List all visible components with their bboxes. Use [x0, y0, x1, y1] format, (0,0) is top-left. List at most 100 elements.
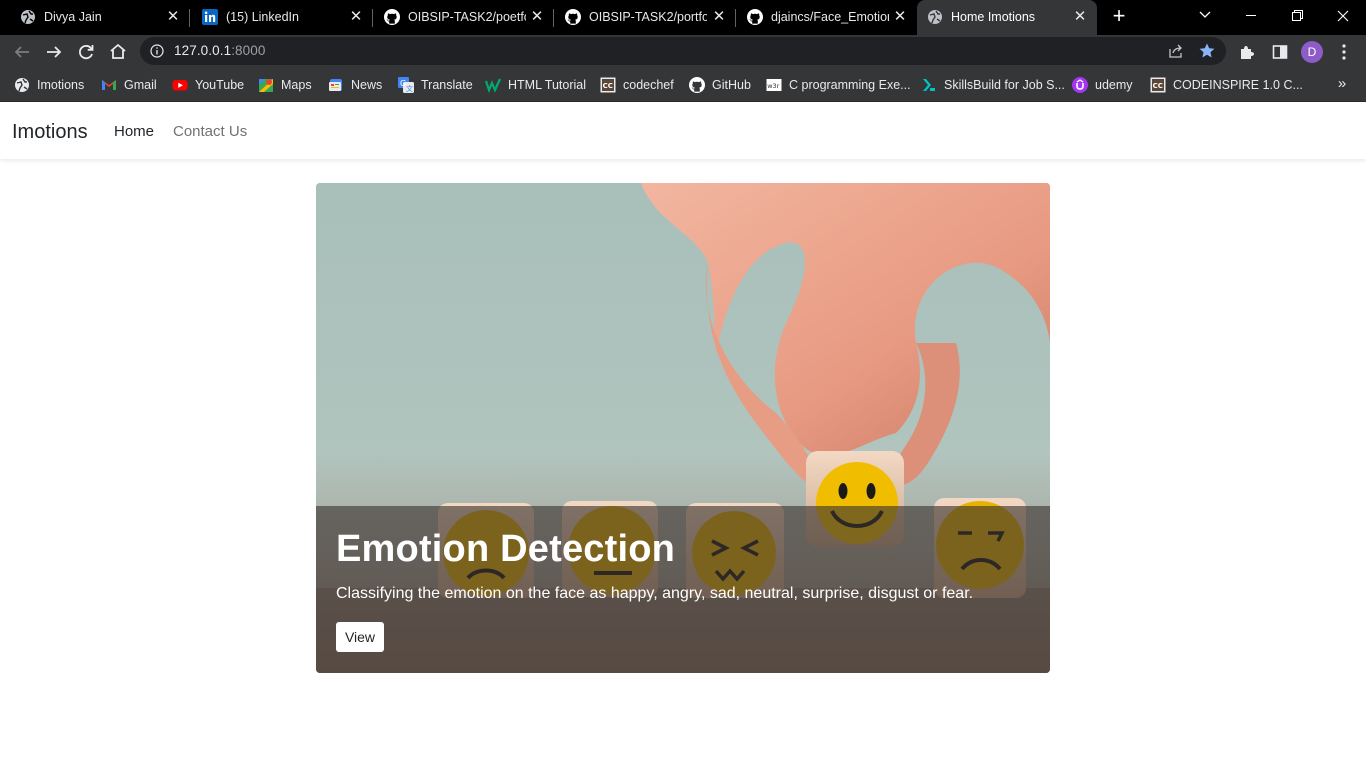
bookmarks-overflow-icon[interactable]: » [1334, 74, 1350, 94]
share-icon[interactable] [1168, 43, 1184, 59]
bookmark-label: CODEINSPIRE 1.0 C... [1173, 78, 1303, 92]
youtube-icon [172, 80, 188, 91]
bookmark-codeinspire[interactable]: CC CODEINSPIRE 1.0 C... [1150, 75, 1303, 95]
bookmark-youtube[interactable]: YouTube [172, 75, 244, 95]
bookmark-gmail[interactable]: Gmail [101, 75, 157, 95]
bookmark-imotions[interactable]: Imotions [14, 75, 84, 95]
bookmark-label: SkillsBuild for Job S... [944, 78, 1065, 92]
close-icon[interactable]: ✕ [164, 8, 182, 26]
profile-avatar[interactable]: D [1301, 41, 1323, 63]
restore-icon [1292, 10, 1303, 21]
close-icon[interactable]: ✕ [891, 8, 909, 26]
tab-label: djaincs/Face_Emotion_ [771, 10, 889, 24]
more-vert-icon[interactable] [1336, 43, 1352, 61]
site-brand[interactable]: Imotions [12, 121, 88, 144]
globe-icon [15, 78, 29, 92]
reload-icon[interactable] [73, 39, 99, 65]
bookmark-label: News [351, 78, 383, 92]
close-icon [1337, 10, 1349, 22]
github-icon [747, 9, 763, 25]
tab-label: Home Imotions [951, 10, 1036, 24]
url-port: :8000 [231, 43, 266, 58]
browser-tab-strip: Divya Jain ✕ (15) LinkedIn ✕ OIBSIP-TASK… [0, 0, 1366, 35]
tab-oibsip-portfoli[interactable]: OIBSIP-TASK2/portfoli ✕ [545, 0, 736, 35]
globe-icon [928, 10, 942, 24]
bookmark-star-icon[interactable] [1198, 42, 1216, 60]
svg-text:CC: CC [603, 82, 613, 90]
gmail-icon [102, 80, 116, 90]
github-icon [689, 77, 705, 93]
address-bar[interactable]: 127.0.0.1:8000 [140, 37, 1226, 65]
view-button[interactable]: View [336, 622, 384, 652]
bookmark-label: C programming Exe... [789, 78, 911, 92]
w3r-icon: w3r [766, 79, 782, 91]
bookmarks-bar: Imotions Gmail YouTube Maps News G文 Tran… [0, 68, 1366, 102]
close-window-button[interactable] [1320, 0, 1366, 32]
bookmark-label: Gmail [124, 78, 157, 92]
bookmark-label: codechef [623, 78, 674, 92]
tab-label: OIBSIP-TASK2/poetfol [408, 10, 526, 24]
url-text: 127.0.0.1:8000 [174, 43, 266, 58]
new-tab-button[interactable]: + [1106, 5, 1132, 29]
udemy-icon [1072, 77, 1088, 93]
close-icon[interactable]: ✕ [347, 8, 365, 26]
side-panel-icon[interactable] [1271, 43, 1289, 61]
bookmark-label: HTML Tutorial [508, 78, 587, 92]
hero-card: Emotion Detection Classifying the emotio… [316, 183, 1050, 673]
bookmark-translate[interactable]: G文 Translate [398, 75, 473, 95]
svg-text:w3r: w3r [767, 82, 779, 90]
hero-caption-overlay: Emotion Detection Classifying the emotio… [316, 506, 1050, 673]
bookmark-codechef[interactable]: CC codechef [600, 75, 674, 95]
bookmark-label: YouTube [195, 78, 245, 92]
tab-linkedin[interactable]: (15) LinkedIn ✕ [182, 0, 373, 35]
bookmark-maps[interactable]: Maps [258, 75, 312, 95]
tab-label: Divya Jain [44, 10, 102, 24]
close-icon[interactable]: ✕ [1071, 8, 1089, 26]
bookmark-label: Maps [281, 78, 312, 92]
codechef-icon: CC [1150, 77, 1166, 93]
svg-text:CC: CC [1153, 82, 1163, 90]
close-icon[interactable]: ✕ [528, 8, 546, 26]
browser-toolbar: 127.0.0.1:8000 D [0, 35, 1366, 68]
tab-home-imotions[interactable]: Home Imotions ✕ [917, 0, 1097, 35]
translate-icon: G文 [398, 77, 414, 93]
maps-icon [259, 79, 273, 92]
info-icon[interactable] [150, 44, 164, 58]
tab-divya-jain[interactable]: Divya Jain ✕ [0, 0, 190, 35]
bookmark-label: GitHub [712, 78, 751, 92]
bookmark-html-tutorial[interactable]: HTML Tutorial [485, 75, 586, 95]
chevron-down-icon [1199, 11, 1211, 18]
home-icon[interactable] [105, 39, 131, 65]
linkedin-icon [202, 9, 218, 25]
extensions-puzzle-icon[interactable] [1238, 43, 1256, 61]
close-icon[interactable]: ✕ [710, 8, 728, 26]
tab-label: OIBSIP-TASK2/portfoli [589, 10, 707, 24]
minimize-icon [1246, 15, 1256, 16]
tab-face-emotion[interactable]: djaincs/Face_Emotion_ ✕ [727, 0, 917, 35]
bookmark-udemy[interactable]: udemy [1072, 75, 1133, 95]
nav-link-home[interactable]: Home [114, 123, 154, 140]
bookmark-github[interactable]: GitHub [689, 75, 751, 95]
bookmark-c-programming[interactable]: w3r C programming Exe... [766, 75, 911, 95]
news-icon [329, 79, 342, 91]
tab-oibsip-poetfol[interactable]: OIBSIP-TASK2/poetfol ✕ [364, 0, 554, 35]
codechef-icon: CC [600, 77, 616, 93]
hero-title: Emotion Detection [336, 528, 676, 570]
bookmark-news[interactable]: News [328, 75, 382, 95]
tab-search-button[interactable] [1182, 0, 1228, 32]
github-icon [384, 9, 400, 25]
bookmark-label: udemy [1095, 78, 1133, 92]
w3-icon [485, 78, 501, 93]
hero-description: Classifying the emotion on the face as h… [336, 585, 974, 602]
globe-icon [21, 10, 35, 24]
nav-link-contact[interactable]: Contact Us [173, 123, 247, 140]
back-arrow-icon[interactable] [9, 39, 35, 65]
url-host: 127.0.0.1 [174, 43, 232, 58]
bookmark-skillsbuild[interactable]: SkillsBuild for Job S... [921, 75, 1065, 95]
bookmark-label: Translate [421, 78, 473, 92]
skillsbuild-icon [923, 79, 935, 91]
site-navbar: Imotions Home Contact Us [0, 103, 1366, 159]
minimize-button[interactable] [1228, 0, 1274, 32]
forward-arrow-icon[interactable] [41, 39, 67, 65]
restore-button[interactable] [1274, 0, 1320, 32]
